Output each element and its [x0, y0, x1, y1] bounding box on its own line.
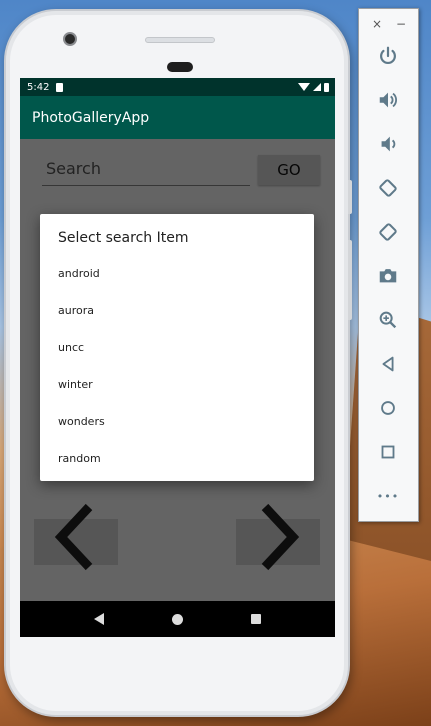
status-icons [298, 82, 329, 92]
dialog-item-android[interactable]: android [40, 255, 314, 292]
dialog-list: android aurora uncc winter wonders rando… [40, 255, 314, 477]
earpiece [145, 37, 215, 43]
rotate-left-icon [379, 179, 397, 197]
power-button[interactable] [373, 41, 403, 71]
app-bar: PhotoGalleryApp [20, 96, 335, 139]
minimize-icon[interactable]: − [396, 17, 406, 31]
volume-down-button[interactable] [373, 129, 403, 159]
back-button[interactable] [373, 349, 403, 379]
zoom-icon [379, 311, 397, 329]
close-icon[interactable]: × [372, 17, 382, 31]
front-camera [63, 32, 77, 46]
system-nav-bar [20, 601, 335, 637]
dialog-item-uncc[interactable]: uncc [40, 329, 314, 366]
volume-down-icon [381, 136, 396, 152]
dialog-item-wonders[interactable]: wonders [40, 403, 314, 440]
nav-back-icon[interactable] [94, 613, 104, 625]
camera-icon [379, 269, 397, 283]
rotate-right-button[interactable] [373, 217, 403, 247]
dialog-item-aurora[interactable]: aurora [40, 292, 314, 329]
status-time: 5:42 [27, 81, 50, 93]
dialog-item-random[interactable]: random [40, 440, 314, 477]
zoom-button[interactable] [373, 305, 403, 335]
volume-up-icon [379, 92, 397, 108]
volume-up-button[interactable] [373, 85, 403, 115]
status-bar: 5:42 [20, 78, 335, 96]
dialog-title: Select search Item [58, 230, 189, 246]
phone-volume-button[interactable] [348, 240, 352, 320]
wifi-icon [298, 83, 310, 91]
phone-power-button[interactable] [348, 180, 352, 214]
rotate-right-icon [379, 223, 397, 241]
rotate-left-button[interactable] [373, 173, 403, 203]
home-icon [381, 401, 395, 415]
overview-icon [381, 445, 395, 459]
signal-icon [313, 83, 321, 91]
battery-icon [324, 82, 329, 92]
app-title: PhotoGalleryApp [32, 109, 150, 126]
overview-button[interactable] [373, 437, 403, 467]
emulator-toolbar: × − ••• [358, 8, 419, 522]
more-icon[interactable]: ••• [373, 481, 403, 511]
nav-home-icon[interactable] [172, 613, 183, 625]
screenshot-button[interactable] [373, 261, 403, 291]
speaker [167, 62, 193, 72]
back-icon [382, 356, 394, 372]
device-screen: 5:42 PhotoGalleryApp GO Select search It… [20, 78, 335, 637]
dialog-item-winter[interactable]: winter [40, 366, 314, 403]
nav-overview-icon[interactable] [251, 614, 261, 624]
select-search-dialog: Select search Item android aurora uncc w… [40, 214, 314, 481]
power-icon [380, 46, 396, 65]
home-button[interactable] [373, 393, 403, 423]
sd-card-icon [56, 82, 64, 92]
toolbar-header: × − [359, 17, 420, 31]
